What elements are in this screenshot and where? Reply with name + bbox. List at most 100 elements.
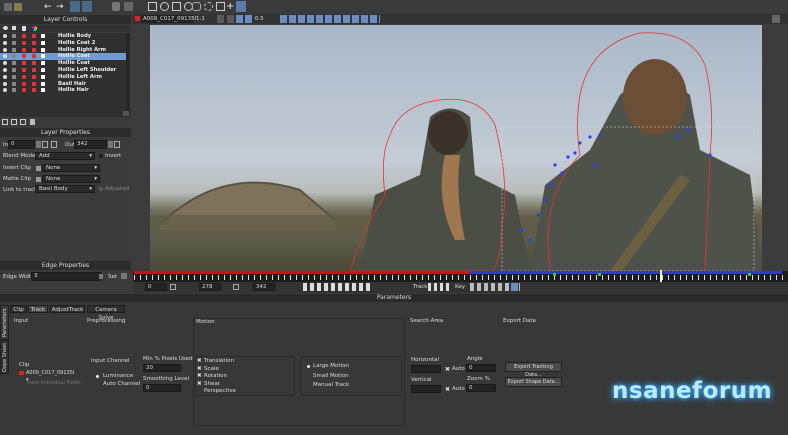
set-out-icon[interactable] [233, 284, 239, 290]
motion-option-label[interactable]: Perspective [204, 388, 236, 394]
layer-list-scrollbar[interactable] [126, 33, 130, 117]
lock-icon[interactable] [12, 61, 16, 66]
motion-check-icon[interactable]: ✖ [197, 381, 202, 387]
in-set-icon[interactable] [42, 141, 48, 148]
keyframe-marker[interactable] [553, 273, 556, 276]
view-mode-icons[interactable] [280, 15, 380, 23]
keyframe-marker[interactable] [598, 273, 601, 276]
motion-option-label[interactable]: Translation [204, 358, 234, 364]
layer-list-scroll-arrow[interactable] [123, 111, 129, 116]
overlay-toggle-icon[interactable] [245, 15, 252, 23]
motion-check-icon[interactable]: ✖ [197, 373, 202, 379]
move-tool-icon[interactable]: + [226, 1, 234, 12]
frame-start-field[interactable]: 0 [145, 283, 167, 291]
viewer-image[interactable] [150, 25, 762, 271]
layer-row[interactable]: Hollie Coat [0, 53, 128, 60]
eye-icon[interactable] [3, 54, 7, 59]
eye-icon[interactable] [3, 61, 7, 66]
insert-clip-select[interactable]: None ▾ [42, 164, 100, 172]
zoom-select[interactable]: 1:1 [196, 15, 214, 23]
color-dot-icon[interactable] [22, 74, 26, 79]
edge-width-field[interactable]: 3 [31, 272, 101, 281]
hand-tool-icon[interactable] [112, 2, 120, 11]
tab-camera-solve[interactable]: Camera Solve [87, 305, 125, 321]
color-swatch-icon[interactable] [41, 34, 45, 38]
frame-current-field[interactable]: 278 [199, 283, 221, 291]
color-swatch-icon[interactable] [41, 54, 45, 59]
lock-icon[interactable] [12, 68, 16, 72]
opacity-field[interactable]: 0.5 [255, 15, 267, 23]
color-swatch-icon[interactable] [41, 81, 45, 86]
clip-select[interactable]: A009_C017_09135I [141, 15, 196, 23]
track-controls[interactable] [428, 283, 450, 291]
auto-key-icon[interactable] [511, 283, 518, 291]
lock-icon[interactable] [12, 47, 16, 52]
eye-icon[interactable] [3, 68, 7, 72]
link-tool-icon[interactable] [192, 2, 201, 11]
eye-icon[interactable] [3, 40, 7, 45]
in-field[interactable]: 0 [8, 140, 35, 149]
timeline-playhead[interactable] [660, 270, 662, 282]
tab-clip[interactable]: Clip [10, 305, 27, 313]
lock-icon[interactable] [12, 54, 16, 59]
edge-width-arrow-icon[interactable] [99, 274, 103, 279]
color-swatch-icon[interactable] [41, 74, 45, 79]
link-track-select[interactable]: Basil Body ▾ [35, 185, 95, 193]
align-tool-icon[interactable] [236, 1, 246, 12]
auto-channel-label[interactable]: Auto Channel [103, 381, 140, 387]
file-icon[interactable] [4, 3, 12, 11]
color-swatch-icon[interactable] [41, 88, 45, 93]
mode-icon[interactable] [32, 40, 36, 45]
matte-clip-select[interactable]: None ▾ [42, 175, 100, 183]
mode-icon[interactable] [32, 61, 36, 66]
channel-icon[interactable] [217, 15, 224, 23]
group-layer-icon[interactable] [20, 119, 26, 125]
invert-checkbox[interactable] [99, 154, 103, 158]
lock-icon[interactable] [12, 74, 16, 79]
track-individual-fields-label[interactable]: Track Individual Fields [26, 380, 81, 386]
small-motion-label[interactable]: Small Motion [313, 373, 349, 379]
out-goto-icon[interactable] [51, 141, 57, 148]
mode-icon[interactable] [32, 88, 36, 93]
eye-icon[interactable] [3, 81, 7, 86]
eye-icon[interactable] [3, 34, 7, 38]
luminance-radio[interactable] [96, 375, 99, 378]
freehand-tool-icon[interactable] [204, 2, 213, 11]
motion-check-icon[interactable]: ✖ [197, 358, 202, 364]
delete-layer-icon[interactable] [30, 119, 35, 125]
color-dot-icon[interactable] [22, 47, 26, 52]
color-swatch-icon[interactable] [41, 61, 45, 66]
bezier-tool-icon[interactable] [160, 2, 169, 11]
lock-icon[interactable] [12, 40, 16, 45]
in-arrows-icon[interactable] [36, 141, 41, 148]
smoothing-field[interactable]: 0 [143, 384, 181, 392]
keyframe-marker[interactable] [748, 273, 751, 276]
shape-tool-icon[interactable] [148, 2, 157, 11]
rect-tool-icon[interactable] [172, 2, 181, 11]
color-dot-icon[interactable] [22, 68, 26, 72]
layer-row[interactable]: Hollie Left Shoulder [0, 67, 128, 73]
mode-icon[interactable] [32, 47, 36, 52]
mode-icon[interactable] [32, 74, 36, 79]
out-arrows-icon[interactable] [108, 141, 113, 148]
out-field[interactable]: 342 [74, 140, 107, 149]
color-dot-icon[interactable] [22, 40, 26, 45]
horizontal-field[interactable] [411, 365, 441, 373]
motion-check-icon[interactable]: ✖ [197, 366, 202, 372]
color-dot-icon[interactable] [22, 61, 26, 66]
redo-icon[interactable]: → [56, 2, 64, 12]
motion-option-label[interactable]: Shear [204, 381, 220, 387]
duplicate-layer-icon[interactable] [11, 119, 17, 125]
edge-tool-icon[interactable] [216, 2, 225, 11]
layer-row[interactable]: Hollie Body [0, 33, 128, 39]
motion-option-label[interactable]: Rotation [204, 373, 227, 379]
layer-row[interactable]: Basil Hair [0, 81, 128, 87]
color-dot-icon[interactable] [22, 88, 26, 93]
zoom-field[interactable]: 0 [466, 384, 496, 392]
color-swatch-icon[interactable] [41, 47, 45, 52]
vertical-field[interactable] [411, 385, 441, 393]
mode-icon[interactable] [32, 81, 36, 86]
overlay-color-icon[interactable] [236, 15, 243, 23]
blend-mode-select[interactable]: Add ▾ [35, 152, 95, 160]
large-motion-label[interactable]: Large Motion [313, 363, 349, 369]
